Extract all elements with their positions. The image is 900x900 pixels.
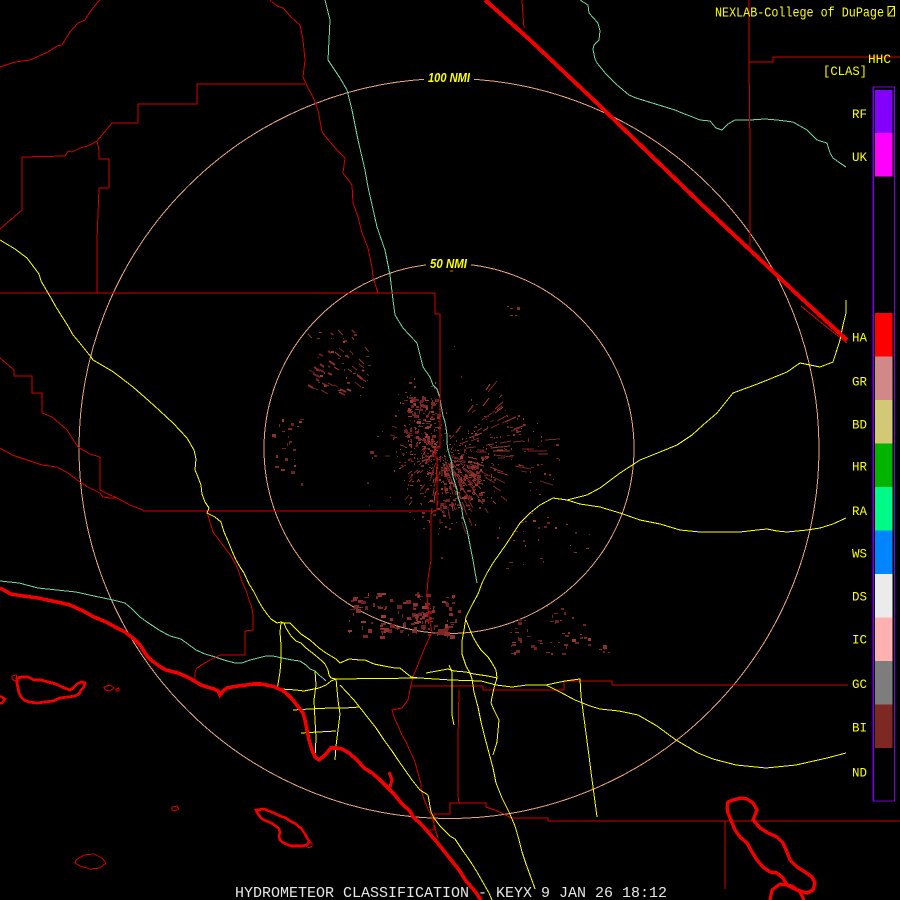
svg-text:ND: ND (852, 766, 867, 781)
svg-text:GR: GR (852, 375, 867, 390)
svg-text:BI: BI (852, 721, 867, 736)
svg-text:DS: DS (852, 590, 867, 605)
svg-text:[CLAS]: [CLAS] (823, 64, 867, 79)
svg-text:HHC: HHC (868, 52, 891, 67)
svg-text:RF: RF (852, 107, 867, 122)
svg-text:HA: HA (852, 331, 867, 346)
svg-text:IC: IC (852, 633, 867, 648)
svg-text:100 NMI: 100 NMI (428, 70, 470, 85)
svg-text:HYDROMETEOR CLASSIFICATION - K: HYDROMETEOR CLASSIFICATION - KEYX 9 JAN … (235, 885, 667, 900)
svg-text:WS: WS (852, 547, 867, 562)
svg-text:GC: GC (852, 677, 867, 692)
svg-text:UK: UK (852, 150, 867, 165)
svg-text:NEXLAB-College of DuPage: NEXLAB-College of DuPage (715, 6, 884, 22)
svg-text:50 NMI: 50 NMI (430, 256, 467, 271)
svg-text:HR: HR (852, 460, 867, 475)
svg-text:RA: RA (852, 504, 867, 519)
svg-text:BD: BD (852, 418, 867, 433)
